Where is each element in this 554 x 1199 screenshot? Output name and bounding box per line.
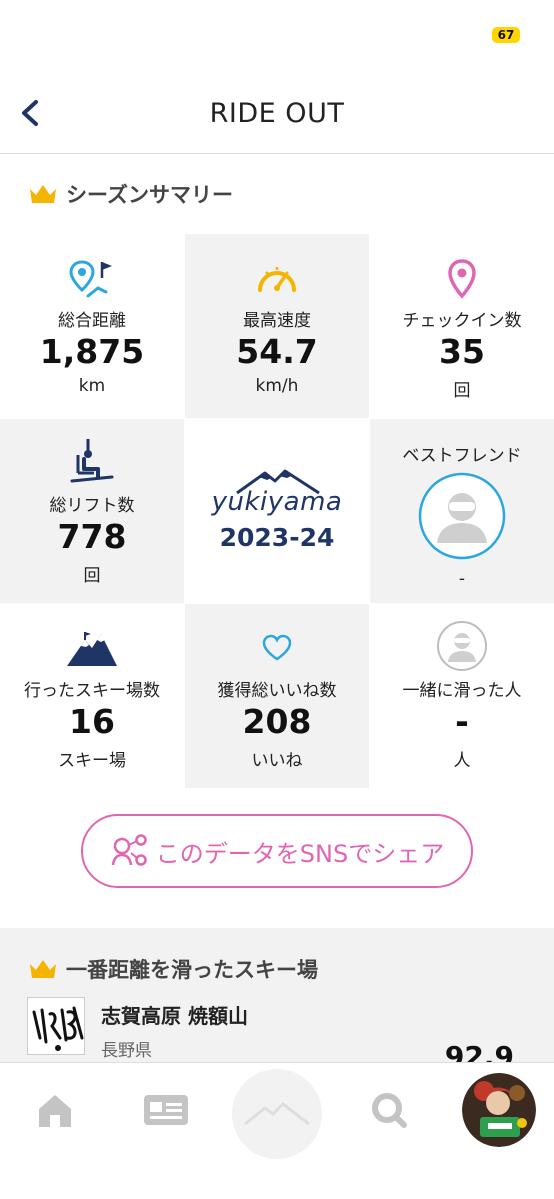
stat-resorts-visited: 行ったスキー場数 16 スキー場: [0, 604, 184, 788]
brand-name: yukiyama: [211, 487, 343, 517]
section-title: 一番距離を滑ったスキー場: [66, 958, 318, 982]
home-icon: [39, 1095, 71, 1127]
mountain-icon: [244, 1102, 310, 1126]
stat-unit: いいね: [251, 751, 303, 771]
share-sns-button[interactable]: このデータをSNSでシェア: [81, 814, 473, 888]
stat-total-distance: 総合距離 1,875 km: [0, 234, 184, 418]
stat-lifts: 総リフト数 778 回: [0, 419, 184, 603]
season-label: 2023-24: [219, 523, 335, 552]
stat-value: 208: [242, 702, 312, 741]
crown-icon: [30, 185, 56, 203]
top-resort-section: 一番距離を滑ったスキー場 志賀高原 焼額山 長野県 92.9: [0, 928, 554, 1073]
section-title: シーズンサマリー: [66, 183, 233, 207]
ski-lift-icon: [70, 439, 114, 483]
stat-checkins: チェックイン数 35 回: [370, 234, 554, 418]
card-icon: [144, 1095, 188, 1125]
stat-label: ベストフレンド: [402, 446, 522, 466]
tab-card[interactable]: [138, 1085, 194, 1135]
page-title: RIDE OUT: [209, 98, 345, 129]
mountain-icon: [67, 632, 117, 666]
heart-icon: [262, 634, 292, 661]
top-resort-heading: 一番距離を滑ったスキー場: [28, 954, 318, 984]
search-icon: [372, 1093, 407, 1128]
tab-profile[interactable]: [462, 1073, 536, 1147]
avatar-placeholder-icon: [437, 621, 487, 671]
resort-prefecture: 長野県: [101, 1041, 152, 1061]
battery-indicator: 67: [492, 27, 520, 43]
profile-avatar: [462, 1073, 536, 1147]
status-bar: 67: [0, 0, 554, 70]
stat-value: 1,875: [39, 332, 145, 371]
route-pin-icon: [69, 260, 112, 298]
stat-unit: 回: [453, 381, 471, 401]
stat-value: -: [458, 569, 466, 589]
stat-rode-with: 一緒に滑った人 - 人: [370, 604, 554, 788]
tab-search[interactable]: [364, 1085, 414, 1135]
resort-logo[interactable]: [27, 997, 85, 1055]
nav-bar: RIDE OUT: [0, 70, 554, 154]
share-icon: [111, 834, 147, 866]
stat-label: 一緒に滑った人: [402, 681, 522, 701]
brand-season-card: yukiyama 2023-24: [185, 419, 369, 603]
stats-grid: 総合距離 1,875 km 最高速度 54.7 km/h チェックイン数 35 …: [0, 234, 554, 788]
stat-value: 54.7: [236, 332, 318, 371]
speedometer-icon: [258, 267, 296, 292]
stat-label: 最高速度: [243, 311, 311, 331]
resort-logo-brush-icon: [32, 1006, 84, 1051]
crown-icon: [30, 960, 56, 978]
stat-value: 16: [69, 702, 115, 741]
bottom-tab-bar: [0, 1062, 554, 1199]
tab-center[interactable]: [232, 1069, 322, 1159]
stat-likes: 獲得総いいね数 208 いいね: [185, 604, 369, 788]
map-pin-icon: [448, 259, 476, 299]
stat-label: 総リフト数: [49, 496, 135, 516]
stat-value: 35: [439, 332, 485, 371]
stat-value: -: [455, 702, 469, 741]
avatar-placeholder-icon: [418, 472, 506, 560]
stat-label: 行ったスキー場数: [24, 681, 160, 701]
resort-name[interactable]: 志賀高原 焼額山: [101, 1000, 248, 1029]
share-button-label: このデータをSNSでシェア: [155, 839, 445, 868]
stat-unit: km: [78, 376, 106, 396]
tab-home[interactable]: [30, 1085, 80, 1135]
season-summary-heading: シーズンサマリー: [28, 179, 233, 209]
stat-max-speed: 最高速度 54.7 km/h: [185, 234, 369, 418]
stat-unit: 人: [453, 751, 471, 771]
stat-unit: 回: [83, 566, 101, 586]
stat-unit: km/h: [255, 376, 299, 396]
stat-best-friend[interactable]: ベストフレンド -: [370, 419, 554, 603]
stat-value: 778: [57, 517, 127, 556]
stat-label: チェックイン数: [402, 311, 522, 331]
stat-label: 総合距離: [58, 311, 126, 331]
stat-label: 獲得総いいね数: [217, 681, 337, 701]
stat-unit: スキー場: [58, 751, 126, 771]
